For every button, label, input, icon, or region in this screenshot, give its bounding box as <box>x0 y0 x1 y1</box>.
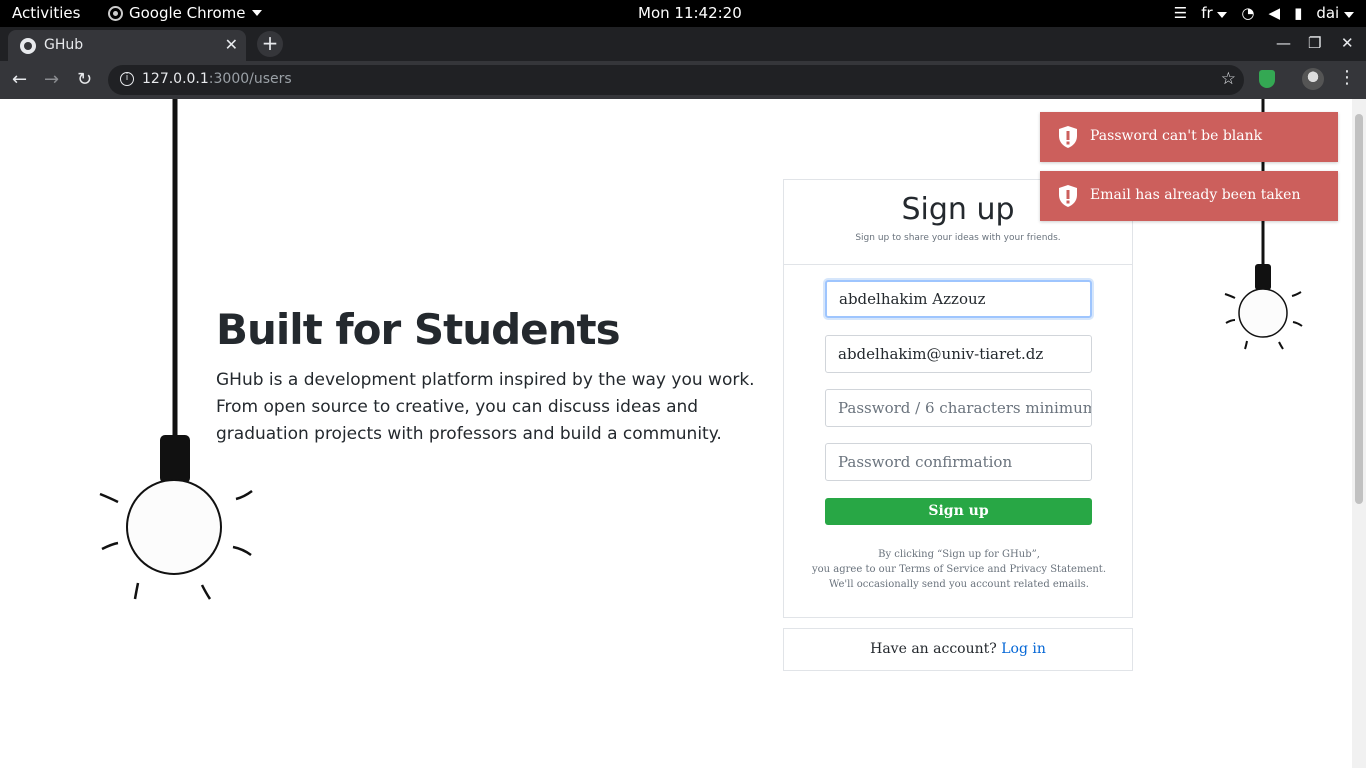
more-menu-icon[interactable]: ⋮ <box>1338 67 1356 88</box>
chevron-down-icon <box>1217 12 1228 18</box>
chevron-down-icon <box>1344 12 1354 18</box>
app-menu[interactable]: Google Chrome <box>108 4 262 22</box>
email-field[interactable]: abdelhakim@univ-tiaret.dz <box>825 335 1092 373</box>
bookmark-star-icon[interactable]: ☆ <box>1221 69 1236 89</box>
url-path: :3000/users <box>208 71 292 87</box>
hero-title: Built for Students <box>216 305 621 354</box>
tab-ghub[interactable]: GHub ✕ <box>8 30 246 61</box>
name-field[interactable]: abdelhakim Azzouz <box>825 280 1092 318</box>
signup-card: Sign up Sign up to share your ideas with… <box>783 179 1133 618</box>
user-menu[interactable]: dai <box>1316 4 1354 22</box>
tab-title: GHub <box>44 37 84 53</box>
globe-icon <box>20 38 36 54</box>
address-bar[interactable]: i 127.0.0.1:3000/users ☆ <box>108 65 1244 95</box>
restore-icon[interactable]: ❐ <box>1308 34 1321 52</box>
app-menu-label: Google Chrome <box>129 4 246 22</box>
signup-button[interactable]: Sign up <box>825 498 1092 525</box>
hero-line: From open source to creative, you can di… <box>216 397 699 417</box>
alert-shield-icon <box>1059 126 1077 148</box>
user-name: dai <box>1316 4 1340 22</box>
legal-line: By clicking “Sign up for GHub”, <box>878 549 1040 560</box>
chrome-icon <box>108 5 123 21</box>
clock[interactable]: Mon 11:42:20 <box>638 4 742 22</box>
login-prompt: Have an account? Log in <box>783 628 1133 671</box>
legal-notice: By clicking “Sign up for GHub”, you agre… <box>784 547 1134 592</box>
browser-toolbar: ← → ↻ i 127.0.0.1:3000/users ☆ ⋮ <box>0 61 1366 99</box>
profile-avatar[interactable] <box>1302 68 1324 90</box>
close-window-icon[interactable]: ✕ <box>1341 34 1354 52</box>
alert-shield-icon <box>1059 185 1077 207</box>
page-scrollbar[interactable] <box>1352 99 1366 768</box>
error-toast[interactable]: Password can't be blank <box>1040 112 1338 162</box>
legal-line: We'll occasionally send you account rela… <box>829 579 1089 590</box>
url-text[interactable]: 127.0.0.1:3000/users <box>142 71 292 87</box>
password-confirmation-field[interactable]: Password confirmation <box>825 443 1092 481</box>
close-tab-icon[interactable]: ✕ <box>225 35 238 54</box>
legal-line: you agree to our Terms of Service and Pr… <box>812 564 1106 575</box>
login-link[interactable]: Log in <box>1001 641 1046 657</box>
volume-icon[interactable]: ◀ <box>1269 4 1281 22</box>
toast-message: Password can't be blank <box>1090 128 1263 144</box>
system-top-bar: Activities Google Chrome Mon 11:42:20 ☰ … <box>0 0 1366 27</box>
system-tray[interactable]: ☰ fr ◔ ◀ ▮ dai <box>1174 4 1354 22</box>
signup-subtitle: Sign up to share your ideas with your fr… <box>855 233 1061 243</box>
scrollbar-thumb[interactable] <box>1355 114 1363 504</box>
extension-shield-icon[interactable] <box>1259 70 1275 88</box>
have-account-text: Have an account? <box>870 641 997 657</box>
new-tab-button[interactable]: + <box>257 31 283 57</box>
activities-button[interactable]: Activities <box>12 4 80 22</box>
back-icon[interactable]: ← <box>12 69 27 90</box>
menu-icon[interactable]: ☰ <box>1174 4 1187 22</box>
error-toast[interactable]: Email has already been taken <box>1040 171 1338 221</box>
url-host: 127.0.0.1 <box>142 71 209 87</box>
hero-description: GHub is a development platform inspired … <box>216 367 756 448</box>
language-label: fr <box>1201 4 1213 22</box>
toast-message: Email has already been taken <box>1090 187 1301 203</box>
hero-line: GHub is a development platform inspired … <box>216 370 755 390</box>
minimize-icon[interactable]: — <box>1276 34 1291 52</box>
hero-line: graduation projects with professors and … <box>216 424 722 444</box>
tab-strip: GHub ✕ + — ❐ ✕ <box>0 27 1366 61</box>
chevron-down-icon <box>251 10 262 16</box>
site-info-icon[interactable]: i <box>120 72 134 86</box>
page-content: Built for Students GHub is a development… <box>0 99 1352 768</box>
forward-icon[interactable]: → <box>44 69 59 90</box>
battery-icon[interactable]: ▮ <box>1294 4 1302 22</box>
reload-icon[interactable]: ↻ <box>77 69 92 90</box>
wifi-icon[interactable]: ◔ <box>1241 4 1254 22</box>
language-indicator[interactable]: fr <box>1201 4 1228 22</box>
password-field[interactable]: Password / 6 characters minimum <box>825 389 1092 427</box>
